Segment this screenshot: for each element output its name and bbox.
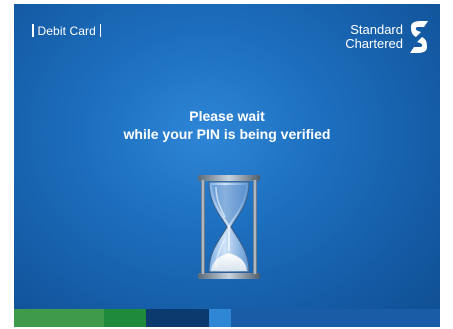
hourglass-icon bbox=[198, 175, 260, 279]
stripe-deep-blue bbox=[231, 309, 440, 327]
stripe-blue bbox=[209, 309, 231, 327]
atm-screen: Debit Card Standard Chartered Please wai… bbox=[14, 4, 440, 327]
status-line-2: while your PIN is being verified bbox=[123, 126, 331, 142]
stripe-navy bbox=[146, 309, 209, 327]
standard-chartered-logo-icon bbox=[410, 21, 428, 53]
status-line-1: Please wait bbox=[189, 108, 265, 124]
bank-name: Standard Chartered bbox=[345, 23, 403, 51]
bank-name-line2: Chartered bbox=[345, 36, 403, 51]
status-message: Please wait while your PIN is being veri… bbox=[14, 107, 440, 143]
divider-right bbox=[99, 24, 102, 37]
bank-name-line1: Standard bbox=[350, 22, 403, 37]
bank-logo: Standard Chartered bbox=[345, 20, 430, 54]
stripe-green bbox=[104, 309, 146, 327]
stripe-light-green bbox=[14, 309, 104, 327]
brand-color-stripes bbox=[14, 309, 440, 327]
card-type-text: Debit Card bbox=[37, 24, 96, 38]
card-type-label: Debit Card bbox=[32, 24, 102, 38]
divider-left bbox=[32, 24, 34, 37]
